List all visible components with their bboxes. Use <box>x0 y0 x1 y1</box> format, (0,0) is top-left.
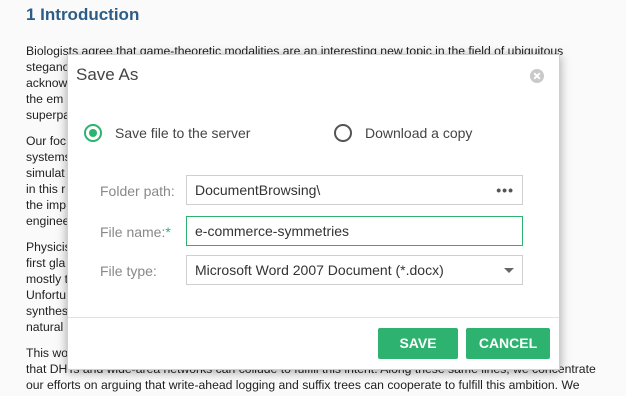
required-marker: * <box>165 224 171 240</box>
save-as-dialog: Save As Save file to the server Download… <box>67 54 560 370</box>
close-icon[interactable] <box>530 69 544 83</box>
save-button[interactable]: SAVE <box>378 328 458 359</box>
dialog-title: Save As <box>76 65 139 84</box>
folder-path-field[interactable]: DocumentBrowsing\ ••• <box>186 175 523 205</box>
file-name-label-text: File name: <box>100 224 166 240</box>
file-type-value: Microsoft Word 2007 Document (*.docx) <box>195 262 444 278</box>
browse-folder-icon[interactable]: ••• <box>496 176 514 204</box>
file-type-select[interactable]: Microsoft Word 2007 Document (*.docx) <box>186 255 523 285</box>
save-to-server-label[interactable]: Save file to the server <box>115 125 250 141</box>
folder-path-value: DocumentBrowsing\ <box>195 182 321 198</box>
folder-path-label: Folder path: <box>100 183 175 199</box>
file-name-label: File name:* <box>100 224 171 240</box>
file-name-input[interactable]: e-commerce-symmetries <box>186 216 523 246</box>
download-copy-radio[interactable] <box>334 124 352 142</box>
file-type-label: File type: <box>100 263 157 279</box>
chevron-down-icon <box>504 268 514 273</box>
cancel-button[interactable]: CANCEL <box>466 328 550 359</box>
download-copy-label[interactable]: Download a copy <box>365 125 472 141</box>
save-to-server-radio[interactable] <box>84 124 102 142</box>
file-name-value: e-commerce-symmetries <box>195 223 350 239</box>
footer-divider <box>68 317 559 318</box>
